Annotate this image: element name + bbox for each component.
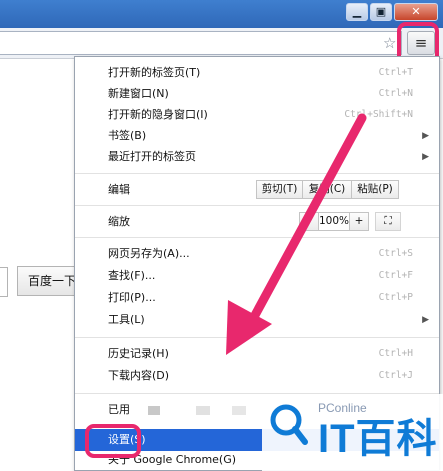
watermark-brand: PConline	[318, 401, 367, 415]
pconline-watermark: PConline IT百科	[262, 394, 443, 471]
magnifier-logo-icon	[270, 404, 308, 445]
watermark-title: IT百科	[318, 417, 438, 461]
